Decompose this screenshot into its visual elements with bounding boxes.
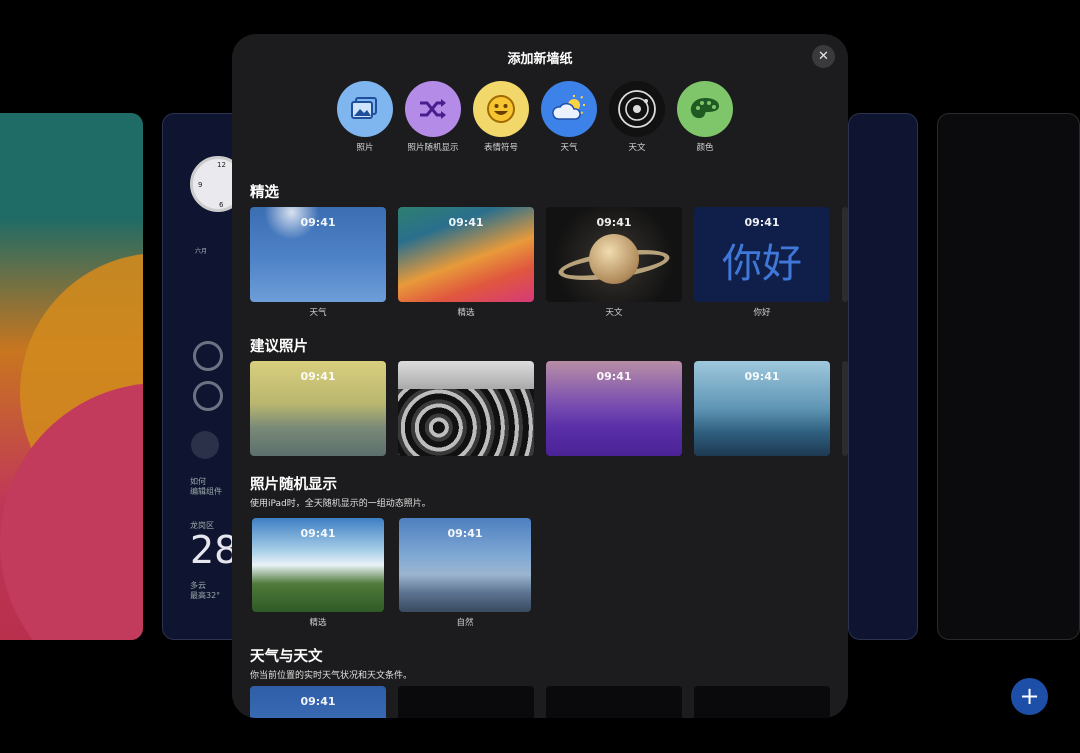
type-photos[interactable]: 照片 bbox=[337, 81, 393, 153]
type-label: 照片随机显示 bbox=[407, 143, 459, 153]
wallpaper-option[interactable]: 09:41 精选 bbox=[398, 207, 534, 318]
type-label: 天文 bbox=[628, 143, 646, 153]
lock-time: 09:41 bbox=[744, 370, 780, 383]
photo-thumbnail: 09:41 bbox=[694, 361, 830, 456]
section-title-shuffle: 照片随机显示 bbox=[250, 477, 337, 493]
astronomy-icon bbox=[609, 81, 665, 137]
photos-icon bbox=[337, 81, 393, 137]
wallpaper-preview-left[interactable] bbox=[0, 113, 143, 640]
wallpaper-label: 精选 bbox=[309, 618, 327, 628]
wallpaper-option[interactable]: 09:41 bbox=[398, 361, 534, 456]
wallpaper-thumbnail bbox=[398, 686, 534, 718]
type-emoji[interactable]: 表情符号 bbox=[473, 81, 529, 153]
shuffle-icon bbox=[405, 81, 461, 137]
wallpaper-option[interactable]: 09:41 自然 bbox=[399, 518, 531, 628]
featured-row: 09:41 天气 09:41 精选 09:41 天文 09:41 你好 你好 bbox=[250, 207, 830, 318]
battery-ring-icon bbox=[193, 381, 223, 411]
wallpaper-option[interactable]: 09:41 精选 bbox=[252, 518, 384, 628]
wallpaper-label: 你好 bbox=[753, 308, 771, 318]
suggested-row: 09:41 09:41 09:41 09:41 bbox=[250, 361, 830, 456]
palette-icon bbox=[677, 81, 733, 137]
lock-time: 09:41 bbox=[300, 527, 336, 540]
wallpaper-label: 精选 bbox=[457, 308, 475, 318]
section-subtitle-shuffle: 使用iPad时，全天随机显示的一组动态照片。 bbox=[250, 499, 431, 509]
next-thumbnail-peek[interactable] bbox=[842, 361, 848, 456]
wallpaper-label: 天气 bbox=[309, 308, 327, 318]
wallpaper-option[interactable] bbox=[546, 686, 682, 718]
wallpaper-option[interactable]: 09:41 bbox=[546, 361, 682, 456]
battery-ring-icon bbox=[193, 341, 223, 371]
photo-thumbnail: 09:41 bbox=[398, 361, 534, 456]
wallpaper-option[interactable]: 09:41 bbox=[250, 686, 386, 718]
lock-time: 09:41 bbox=[448, 370, 484, 383]
lock-time: 09:41 bbox=[300, 695, 336, 708]
nihao-artwork: 你好 bbox=[722, 241, 802, 287]
wallpaper-thumbnail bbox=[694, 686, 830, 718]
type-label: 照片 bbox=[356, 143, 374, 153]
type-label: 颜色 bbox=[696, 143, 714, 153]
wallpaper-option[interactable]: 09:41 bbox=[250, 361, 386, 456]
wallpaper-preview-far-right[interactable] bbox=[937, 113, 1080, 640]
lock-time: 09:41 bbox=[448, 216, 484, 229]
lock-time: 09:41 bbox=[744, 216, 780, 229]
photo-thumbnail: 09:41 bbox=[546, 361, 682, 456]
type-astronomy[interactable]: 天文 bbox=[609, 81, 665, 153]
weather-astro-row: 09:41 bbox=[250, 686, 830, 718]
lock-time: 09:41 bbox=[300, 216, 336, 229]
type-label: 表情符号 bbox=[483, 143, 518, 153]
lock-time: 09:41 bbox=[300, 370, 336, 383]
photo-thumbnail: 09:41 bbox=[399, 518, 531, 612]
type-shuffle[interactable]: 照片随机显示 bbox=[405, 81, 461, 153]
weather-icon bbox=[541, 81, 597, 137]
wallpaper-preview-right[interactable] bbox=[848, 113, 918, 640]
wallpaper-thumbnail: 09:41 bbox=[546, 207, 682, 302]
wallpaper-thumbnail: 09:41 bbox=[250, 207, 386, 302]
wallpaper-option[interactable]: 09:41 天文 bbox=[546, 207, 682, 318]
weather-high: 最高32° bbox=[190, 591, 221, 600]
shortcut-widget-icon bbox=[191, 431, 219, 459]
widget-text: 编辑组件 bbox=[190, 487, 222, 496]
section-subtitle-weather-astro: 你当前位置的实时天气状况和天文条件。 bbox=[250, 671, 413, 681]
section-title-featured: 精选 bbox=[250, 185, 279, 201]
sheet-title: 添加新墙纸 bbox=[507, 52, 573, 67]
photo-thumbnail: 09:41 bbox=[250, 361, 386, 456]
type-label: 天气 bbox=[560, 143, 578, 153]
wallpaper-option[interactable]: 09:41 天气 bbox=[250, 207, 386, 318]
type-color[interactable]: 颜色 bbox=[677, 81, 733, 153]
saturn-planet-shape bbox=[589, 234, 639, 284]
type-weather[interactable]: 天气 bbox=[541, 81, 597, 153]
lock-time: 09:41 bbox=[447, 527, 483, 540]
wallpaper-type-row: 照片 照片随机显示 表情符号 天气 天文 颜色 bbox=[337, 81, 733, 153]
wallpaper-label: 天文 bbox=[605, 308, 623, 318]
wallpaper-option[interactable] bbox=[398, 686, 534, 718]
wallpaper-thumbnail: 09:41 bbox=[398, 207, 534, 302]
close-button[interactable]: ✕ bbox=[812, 45, 835, 68]
emoji-icon bbox=[473, 81, 529, 137]
shuffle-row: 09:41 精选 09:41 自然 bbox=[252, 518, 531, 628]
section-title-weather-astro: 天气与天文 bbox=[250, 649, 323, 665]
photo-thumbnail: 09:41 bbox=[252, 518, 384, 612]
wallpaper-option[interactable] bbox=[694, 686, 830, 718]
lock-time: 09:41 bbox=[596, 216, 632, 229]
next-thumbnail-peek[interactable] bbox=[842, 207, 848, 302]
wallpaper-thumbnail: 09:41 你好 bbox=[694, 207, 830, 302]
wallpaper-option[interactable]: 09:41 你好 你好 bbox=[694, 207, 830, 318]
wallpaper-thumbnail bbox=[546, 686, 682, 718]
wallpaper-thumbnail: 09:41 bbox=[250, 686, 386, 718]
add-wallpaper-sheet: 添加新墙纸 ✕ 照片 照片随机显示 表情符号 天气 天文 颜色 精选 09:41… bbox=[232, 34, 848, 718]
lock-time: 09:41 bbox=[596, 370, 632, 383]
section-title-suggested: 建议照片 bbox=[250, 339, 308, 355]
wallpaper-label: 自然 bbox=[456, 618, 474, 628]
wallpaper-option[interactable]: 09:41 bbox=[694, 361, 830, 456]
add-wallpaper-button[interactable]: + bbox=[1011, 678, 1048, 715]
